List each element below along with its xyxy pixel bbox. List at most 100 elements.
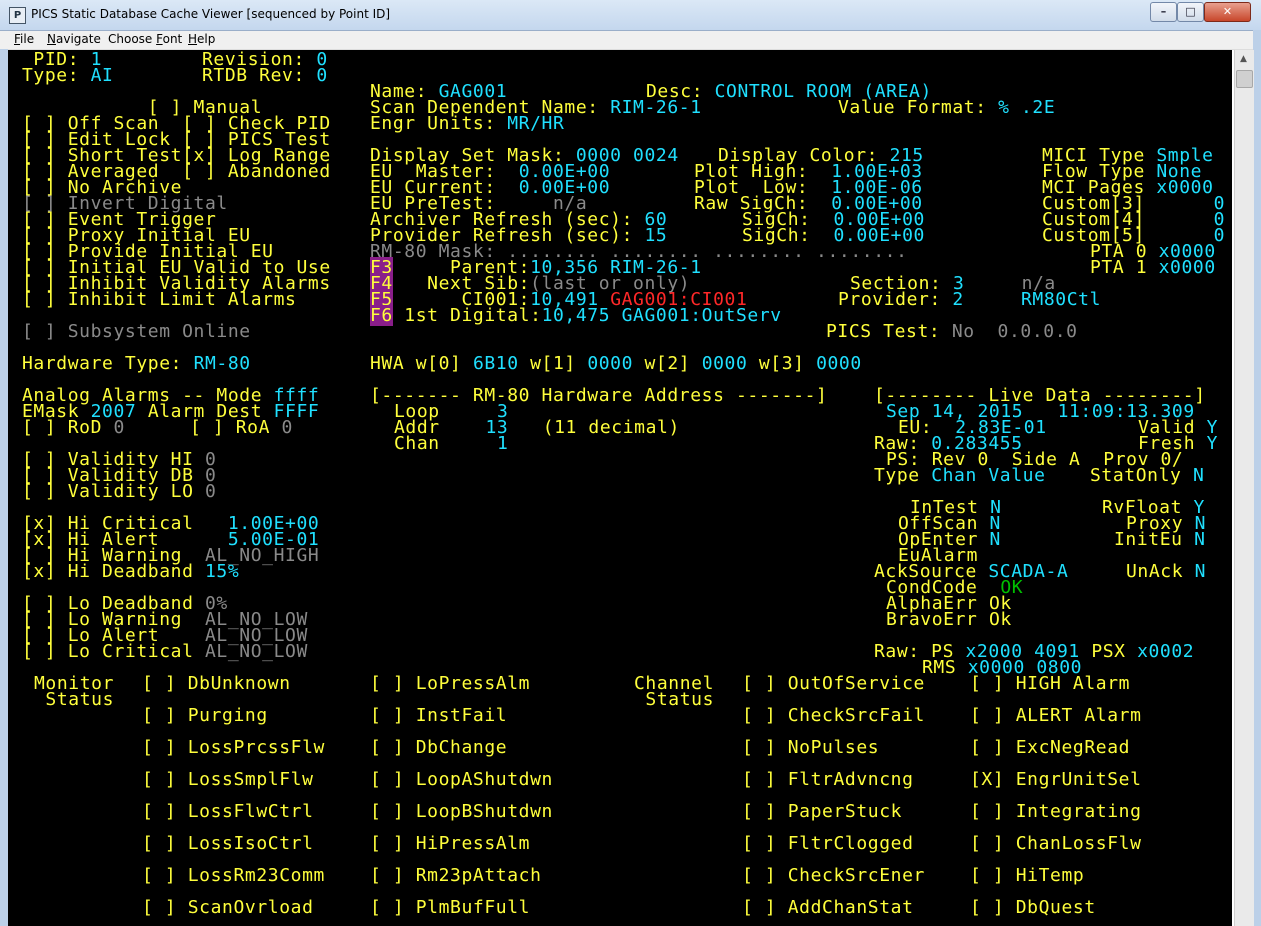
window-title-bar[interactable]: P PICS Static Database Cache Viewer [seq… bbox=[0, 0, 1261, 31]
monitor-status-item[interactable]: [ ] LoopAShutdwn bbox=[370, 771, 553, 789]
provider-value: 2 bbox=[952, 289, 964, 310]
hwa-w0-value: 6B10 bbox=[472, 353, 519, 374]
monitor-status-item[interactable]: [ ] Purging bbox=[142, 707, 268, 725]
channel-status-item[interactable]: [ ] OutOfService bbox=[742, 675, 925, 693]
channel-status-item[interactable]: [ ] CheckSrcFail bbox=[742, 707, 925, 725]
monitor-status-item[interactable]: [ ] LossPrcssFlw bbox=[142, 739, 325, 757]
openter-value: N bbox=[989, 529, 1001, 550]
scroll-up-arrow[interactable]: ▲ bbox=[1236, 52, 1251, 66]
maximize-button[interactable]: □ bbox=[1177, 2, 1204, 22]
lo-critical-label: [ ] Lo Critical bbox=[22, 641, 194, 662]
channel-status-item[interactable]: [ ] ALERT Alarm bbox=[970, 707, 1142, 725]
channel-status-item[interactable]: [ ] PaperStuck bbox=[742, 803, 902, 821]
bravoerr-row: BravoErr Ok bbox=[886, 611, 1012, 629]
provider-label: Provider: bbox=[838, 289, 941, 310]
psx-value: x0002 bbox=[1137, 641, 1195, 662]
hardware-type-label: Hardware Type: bbox=[22, 353, 183, 374]
f6-key[interactable]: F6 bbox=[370, 305, 393, 326]
hardware-type-value: RM-80 bbox=[193, 353, 251, 374]
window-title: PICS Static Database Cache Viewer [seque… bbox=[31, 7, 391, 21]
monitor-status-item[interactable]: [ ] DbChange bbox=[370, 739, 507, 757]
rod-value: 0 bbox=[113, 417, 125, 438]
engr-units-value: MR/HR bbox=[507, 113, 565, 134]
channel-status-item[interactable]: [ ] DbQuest bbox=[970, 899, 1096, 917]
hwa-w1-value: 0000 bbox=[587, 353, 634, 374]
live-statonly-label: StatOnly bbox=[1090, 465, 1182, 486]
live-type-label: Type bbox=[874, 465, 920, 486]
hwa-w3-label: w[3] bbox=[758, 353, 805, 374]
channel-status-item[interactable]: [ ] FltrClogged bbox=[742, 835, 914, 853]
menu-choose-font-prefix: Choose bbox=[108, 32, 157, 46]
pics-test-value: No 0.0.0.0 bbox=[951, 321, 1078, 342]
channel-status-item[interactable]: [ ] HiTemp bbox=[970, 867, 1084, 885]
rod-row[interactable]: [ ] RoD 0 bbox=[22, 417, 125, 438]
channel-status-item[interactable]: [ ] HIGH Alarm bbox=[970, 675, 1130, 693]
rtdb-label: RTDB Rev: bbox=[202, 65, 305, 86]
minimize-button[interactable]: – bbox=[1150, 2, 1177, 22]
initeu-label: InitEu bbox=[1114, 529, 1183, 550]
monitor-status-item[interactable]: [ ] ScanOvrload bbox=[142, 899, 314, 917]
hwa-row: HWA w[0] 6B10 w[1] 0000 w[2] 0000 w[3] 0… bbox=[370, 353, 862, 374]
first-digital-value[interactable]: 10,475 GAG001:OutServ bbox=[542, 305, 782, 326]
type-value: AI bbox=[90, 65, 114, 86]
vertical-scrollbar[interactable] bbox=[1234, 50, 1254, 926]
channel-status-item[interactable]: [ ] ExcNegRead bbox=[970, 739, 1130, 757]
subsystem-online-checkbox[interactable]: [ ] Subsystem Online bbox=[22, 323, 251, 341]
hwa-w0-label: HWA w[0] bbox=[370, 353, 462, 374]
hardware-type-row: Hardware Type: RM-80 bbox=[22, 353, 251, 374]
hi-deadband-value: 15% bbox=[205, 561, 240, 582]
menu-file[interactable]: File bbox=[14, 32, 34, 46]
menu-choose-font[interactable]: Choose Font bbox=[108, 32, 182, 46]
monitor-status-item[interactable]: [ ] LossFlwCtrl bbox=[142, 803, 314, 821]
terminal-display[interactable]: PID: 1 Revision: 0 Type: AI RTDB Rev: 0 … bbox=[8, 50, 1232, 926]
unack-label: UnAck bbox=[1126, 561, 1184, 582]
unack-row: UnAck N bbox=[1126, 561, 1206, 582]
scroll-thumb[interactable] bbox=[1236, 70, 1253, 88]
chan-row: Chan 1 bbox=[394, 433, 509, 454]
pics-app-icon[interactable]: P bbox=[9, 7, 26, 24]
hi-deadband-row[interactable]: [x] Hi Deadband 15% bbox=[22, 561, 240, 582]
roa-row[interactable]: [ ] RoA 0 bbox=[190, 419, 293, 437]
validity-lo-value: 0 bbox=[205, 481, 217, 502]
live-type-row: Type Chan Value bbox=[874, 465, 1046, 486]
validity-lo-row[interactable]: [ ] Validity LO 0 bbox=[22, 481, 217, 502]
addr-decimal: (11 decimal) bbox=[542, 417, 680, 438]
monitor-status-item[interactable]: [ ] LossIsoCtrl bbox=[142, 835, 314, 853]
monitor-status-item[interactable]: [ ] LossSmplFlw bbox=[142, 771, 314, 789]
menu-navigate-label: avigate bbox=[55, 32, 101, 46]
monitor-status-label-2: Status bbox=[34, 689, 115, 710]
flag-row[interactable]: [ ] Inhibit Limit Alarms bbox=[22, 291, 297, 309]
channel-status-item[interactable]: [ ] AddChanStat bbox=[742, 899, 914, 917]
monitor-status-item[interactable]: [ ] DbUnknown bbox=[142, 675, 291, 693]
channel-status-item[interactable]: [ ] FltrAdvncng bbox=[742, 771, 914, 789]
lo-critical-row[interactable]: [ ] Lo Critical AL_NO_LOW bbox=[22, 641, 308, 662]
monitor-status-item[interactable]: [ ] LossRm23Comm bbox=[142, 867, 325, 885]
live-type-value: Chan Value bbox=[931, 465, 1046, 486]
monitor-status-item[interactable]: [ ] HiPressAlm bbox=[370, 835, 530, 853]
live-statonly-row: StatOnly N bbox=[1090, 465, 1204, 486]
channel-status-item[interactable]: [X] EngrUnitSel bbox=[970, 771, 1142, 789]
close-button[interactable]: ✕ bbox=[1204, 2, 1251, 22]
menu-help-label: elp bbox=[197, 32, 216, 46]
channel-status-item[interactable]: [ ] ChanLossFlw bbox=[970, 835, 1142, 853]
menu-navigate[interactable]: Navigate bbox=[47, 32, 101, 46]
value-format-row: Value Format: % .2E bbox=[838, 97, 1055, 118]
monitor-status-item[interactable]: [ ] InstFail bbox=[370, 707, 507, 725]
hwa-w2-value: 0000 bbox=[701, 353, 748, 374]
monitor-status-item[interactable]: [ ] Rm23pAttach bbox=[370, 867, 542, 885]
menu-help[interactable]: Help bbox=[188, 32, 215, 46]
rms-label: RMS bbox=[922, 657, 957, 678]
monitor-status-item[interactable]: [ ] LoPressAlm bbox=[370, 675, 530, 693]
chan-value: 1 bbox=[496, 433, 509, 454]
menu-bar: File Navigate Choose Font Help bbox=[0, 31, 1261, 50]
monitor-status-item[interactable]: [ ] PlmBufFull bbox=[370, 899, 530, 917]
live-fresh-value: Y bbox=[1206, 433, 1219, 454]
channel-status-item[interactable]: [ ] CheckSrcEner bbox=[742, 867, 925, 885]
channel-status-item[interactable]: [ ] NoPulses bbox=[742, 739, 879, 757]
chan-label: Chan bbox=[394, 433, 440, 454]
value-format-label: Value Format: bbox=[838, 97, 987, 118]
monitor-status-item[interactable]: [ ] LoopBShutdwn bbox=[370, 803, 553, 821]
window-left-frame bbox=[0, 49, 8, 926]
channel-status-item[interactable]: [ ] Integrating bbox=[970, 803, 1142, 821]
menu-navigate-mnemonic: N bbox=[47, 32, 56, 46]
